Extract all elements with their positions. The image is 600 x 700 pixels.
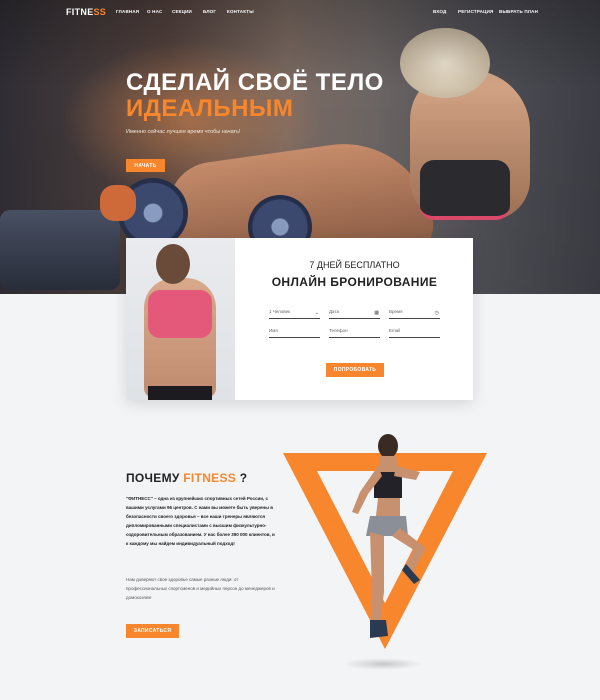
pink-sports-top-image bbox=[148, 290, 212, 338]
time-field[interactable]: Время ◷ bbox=[389, 309, 440, 319]
why-paragraph-1: "ФИТНЕСС" – одна из крупнейших спортивны… bbox=[126, 496, 275, 546]
athlete-sneaker bbox=[370, 620, 388, 638]
hero-subtitle: Именно сейчас лучшее время чтобы начать! bbox=[126, 129, 241, 135]
phone-field[interactable]: Телефон bbox=[329, 328, 380, 338]
start-button[interactable]: НАЧАТЬ bbox=[126, 159, 165, 172]
top-navigation: FITNESS ГЛАВНАЯ О НАС СЕКЦИИ БЛОГ КОНТАК… bbox=[0, 0, 600, 24]
people-select[interactable]: 1 Человек ⌄ bbox=[269, 309, 320, 319]
hero-title-line2: ИДЕАЛЬНЫМ bbox=[126, 95, 294, 122]
online-booking-title: ОНЛАЙН БРОНИРОВАНИЕ bbox=[271, 275, 438, 289]
athlete-head-image bbox=[156, 244, 190, 284]
jumping-athlete-image bbox=[352, 434, 426, 638]
nav-link-choose-plan[interactable]: ВЫБРАТЬ ПЛАН bbox=[499, 9, 538, 14]
name-field[interactable]: Имя bbox=[269, 328, 320, 338]
try-button[interactable]: ПОПРОБОВАТЬ bbox=[326, 363, 384, 377]
athlete-head bbox=[378, 434, 398, 458]
athlete-abs bbox=[376, 498, 400, 516]
athlete-floor-shadow bbox=[343, 658, 423, 670]
why-title-suffix: ? bbox=[236, 471, 248, 485]
calendar-icon: ▦ bbox=[374, 310, 379, 316]
nav-link-about[interactable]: О НАС bbox=[147, 9, 162, 14]
nav-link-register[interactable]: РЕГИСТРАЦИЯ bbox=[458, 9, 494, 14]
nav-link-home[interactable]: ГЛАВНАЯ bbox=[116, 9, 139, 14]
athlete-standing-leg bbox=[370, 532, 384, 624]
chevron-down-icon: ⌄ bbox=[314, 310, 319, 316]
time-field-placeholder: Время bbox=[389, 309, 403, 314]
logo-accent-text: SS bbox=[93, 7, 107, 17]
why-paragraph-2: Нам доверяют свое здоровье самые разные … bbox=[126, 577, 275, 600]
phone-field-placeholder: Телефон bbox=[329, 328, 348, 333]
logo-text: FITNE bbox=[66, 7, 94, 17]
clock-icon: ◷ bbox=[434, 310, 439, 316]
why-title-prefix: ПОЧЕМУ bbox=[126, 471, 184, 485]
nav-link-login[interactable]: ВХОД bbox=[433, 9, 446, 14]
site-logo[interactable]: FITNESS bbox=[66, 7, 106, 17]
date-field-placeholder: Дата bbox=[329, 309, 339, 314]
why-fitness-title: ПОЧЕМУ FITNESS ? bbox=[126, 471, 247, 485]
nav-link-sections[interactable]: СЕКЦИИ bbox=[172, 9, 192, 14]
athlete-raised-leg bbox=[392, 528, 426, 574]
date-field[interactable]: Дата ▦ bbox=[329, 309, 380, 319]
nav-link-blog[interactable]: БЛОГ bbox=[203, 9, 216, 14]
booking-athlete-photo bbox=[126, 238, 235, 400]
why-title-accent: FITNESS bbox=[183, 471, 237, 485]
email-field[interactable]: Email bbox=[389, 328, 440, 338]
people-select-value: 1 Человек bbox=[269, 309, 291, 314]
hero-title-line1: СДЕЛАЙ СВОЁ ТЕЛО bbox=[126, 69, 384, 96]
name-field-placeholder: Имя bbox=[269, 328, 278, 333]
black-leggings-image bbox=[148, 386, 212, 400]
email-field-placeholder: Email bbox=[389, 328, 401, 333]
sign-up-button[interactable]: ЗАПИСАТЬСЯ bbox=[126, 624, 179, 638]
free-trial-label: 7 ДНЕЙ БЕСПЛАТНО bbox=[309, 260, 400, 270]
nav-link-contacts[interactable]: КОНТАКТЫ bbox=[227, 9, 254, 14]
